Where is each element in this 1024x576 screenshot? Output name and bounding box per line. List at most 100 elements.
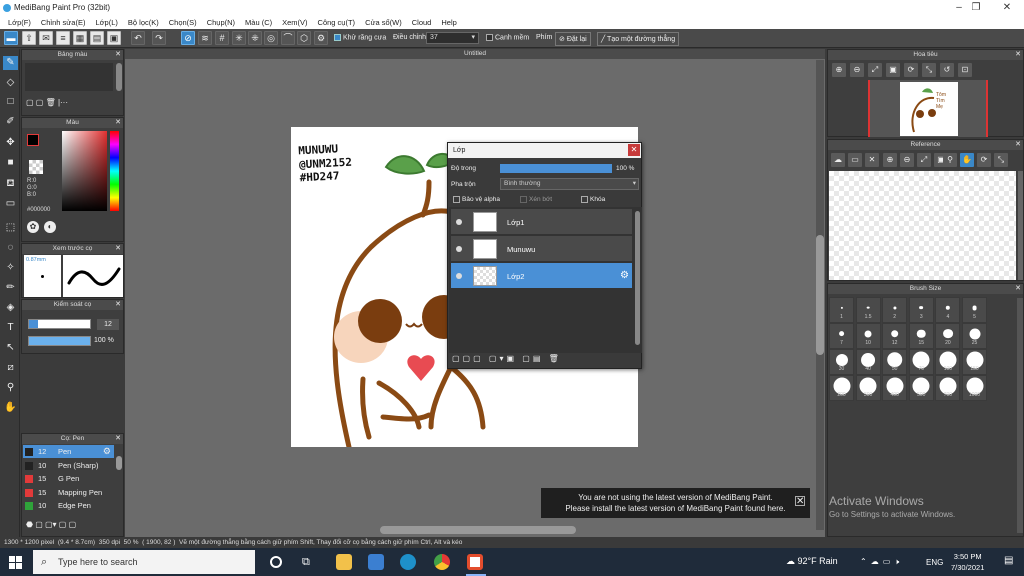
brush-size-cell[interactable]: 200 [829,375,854,401]
brush-list-item[interactable]: 15 Mapping Pen [23,486,114,499]
actual-size-icon[interactable]: ▣ [886,63,900,77]
windows-start-icon[interactable] [9,556,22,569]
fill-rect-tool-icon[interactable]: ■ [3,156,18,170]
brush-list-item[interactable]: 12 Pen ⚙ [23,445,114,458]
gradient-tool-icon[interactable]: ▭ [3,197,18,211]
reference-rotate-icon[interactable]: ⟳ [977,153,991,167]
magic-wand-tool-icon[interactable]: ✧ [3,261,18,275]
layer-list-scrollbar[interactable] [635,211,640,345]
brush-size-cell[interactable]: 1000 [962,375,987,401]
canvas-vscroll-thumb[interactable] [816,235,824,355]
divide-tool-icon[interactable]: ⧄ [3,361,18,375]
saturation-value-picker[interactable] [62,131,107,211]
eye-icon[interactable] [456,246,462,252]
close-icon[interactable]: ✕ [628,144,640,156]
close-icon[interactable]: ✕ [1015,140,1021,150]
snap-3d-icon[interactable]: ⬡ [297,31,311,45]
cortana-icon[interactable] [270,556,282,568]
reference-close-icon[interactable]: ✕ [865,153,879,167]
brush-size-cell[interactable]: 4 [935,297,961,323]
reference-cloud-icon[interactable]: ☁ [831,153,845,167]
brush2-tool-icon[interactable]: ✐ [3,115,18,129]
color-wheel-icon[interactable]: ✿ [27,221,39,233]
cloud-upload-icon[interactable]: ⇧ [22,31,36,45]
chrome-icon[interactable] [434,554,450,570]
make-line-button[interactable]: ╱ Tạo một đường thẳng [597,32,680,46]
reference-fit-icon[interactable]: ⤢ [917,153,931,167]
brush-size-cell[interactable]: 25 [962,323,987,349]
edge-icon[interactable] [400,554,416,570]
correction-select[interactable]: 37 ▾ [426,32,479,44]
gear-icon[interactable]: ⚙ [620,270,629,281]
undo-icon[interactable]: ↶ [131,31,145,45]
eye-icon[interactable] [456,273,462,279]
fit-icon[interactable]: ⤢ [868,63,882,77]
menu-select[interactable]: Chọn(S) [164,16,202,29]
close-icon[interactable]: ✕ [1015,284,1021,294]
zoom-out-icon[interactable]: ⊖ [850,63,864,77]
snap-settings-icon[interactable]: ⚙ [314,31,328,45]
reset-button[interactable]: ⊘ Đặt lại [555,32,591,46]
lasso-tool-icon[interactable]: ◌ [3,241,18,255]
eye-icon[interactable] [456,219,462,225]
maximize-button[interactable]: ❐ [961,0,991,16]
brush-size-cell[interactable]: 2 [882,297,908,323]
brush-list-actions[interactable]: ⬣ ▢ ▢▾ ▢ ▢ [26,520,76,529]
zoom-in-icon[interactable]: ⊕ [832,63,846,77]
bucket-tool-icon[interactable]: ⛾ [3,177,18,191]
brush-list-item[interactable]: 15 G Pen [23,472,114,485]
menu-view[interactable]: Xem(V) [277,16,312,29]
snap-off-icon[interactable]: ⊘ [181,31,195,45]
reference-open-icon[interactable]: ▭ [848,153,862,167]
canvas-hscroll-thumb[interactable] [380,526,576,534]
lock-checkbox[interactable]: Khóa [581,196,605,203]
palette-swatches[interactable] [25,63,113,91]
menu-tools[interactable]: Công cụ(T) [313,16,361,29]
list-icon[interactable]: ≡ [56,31,70,45]
brush-size-slider[interactable] [28,319,91,329]
brush-size-cell[interactable]: 500 [908,375,934,401]
brush-size-cell[interactable]: 300 [855,375,881,401]
move-tool-icon[interactable]: ✥ [3,136,18,150]
snap-curve-icon[interactable]: ⌒ [281,31,295,45]
brush-size-cell[interactable]: 1 [829,297,854,323]
reference-scrollbar[interactable] [1018,171,1023,280]
brush-opacity-slider[interactable] [28,336,91,346]
menu-color[interactable]: Màu (C) [240,16,277,29]
text-tool-icon[interactable]: T [3,321,18,335]
reference-view[interactable] [829,171,1016,280]
brush-size-cell[interactable]: 5 [962,297,987,323]
comment-icon[interactable]: ✉ [39,31,53,45]
lock-view-icon[interactable]: ⊡ [958,63,972,77]
foreground-color[interactable] [27,134,39,146]
brush-size-cell[interactable]: 15 [908,323,934,349]
brush-list-item[interactable]: 10 Edge Pen [23,499,114,512]
antialias-toggle[interactable]: Khử răng cưa [334,34,386,41]
weather-widget[interactable]: ☁ 92°F Rain [786,556,838,567]
menu-file[interactable]: Lớp(F) [3,16,36,29]
operation-tool-icon[interactable]: ↖ [3,341,18,355]
document-tab[interactable]: Untitled [125,49,825,59]
rect-tool-icon[interactable]: □ [3,95,18,109]
clock[interactable]: 3:50 PM 7/30/2021 [951,551,984,573]
brush-size-cell[interactable]: 700 [935,375,961,401]
close-icon[interactable]: ✕ [115,434,121,444]
brush-size-scrollbar[interactable] [1017,298,1023,533]
update-notice[interactable]: You are not using the latest version of … [541,488,810,518]
tray-icons[interactable]: ⌃☁▭🕨 [860,557,903,567]
eraser-tool-icon[interactable]: ◇ [3,76,18,90]
brush-mode-icon[interactable]: ▬ [4,31,18,45]
snap-vanish-icon[interactable]: ⁜ [248,31,262,45]
reference-hand-icon[interactable]: ✋ [960,153,974,167]
color-picker-icon[interactable]: ◐ [44,221,56,233]
close-icon[interactable]: ✕ [115,118,121,128]
brush-size-cell[interactable]: 1.5 [855,297,881,323]
brush-size-cell[interactable]: 20 [935,323,961,349]
reset-view-icon[interactable]: ↺ [940,63,954,77]
layer-row[interactable]: Lớp1 [451,209,632,235]
save-icon[interactable]: ▣ [107,31,121,45]
menu-window[interactable]: Cửa sổ(W) [360,16,407,29]
palette-scrollbar[interactable] [116,63,122,91]
menu-snap[interactable]: Chụp(N) [202,16,240,29]
brush-size-cell[interactable]: 50 [882,349,908,375]
